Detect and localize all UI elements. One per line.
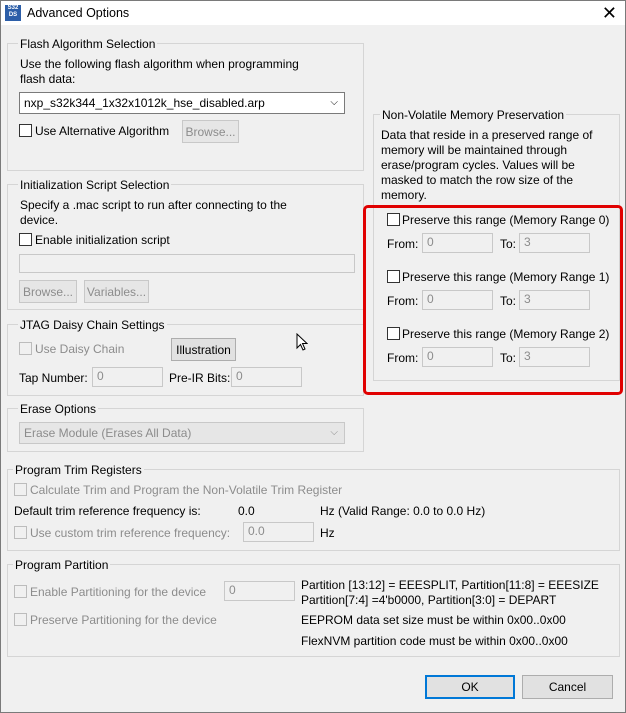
init-variables-button[interactable]: Variables... xyxy=(84,280,149,303)
preserve-partitioning-checkbox[interactable] xyxy=(14,613,27,626)
erase-options-select[interactable]: Erase Module (Erases All Data) ⌵ xyxy=(19,422,345,444)
nvm-desc-line2: memory will be maintained through xyxy=(381,143,568,157)
partition-info-line3: EEPROM data set size must be within 0x00… xyxy=(301,613,566,627)
trim-legend: Program Trim Registers xyxy=(13,463,144,477)
custom-trim-input[interactable]: 0.0 xyxy=(243,522,314,542)
default-trim-label: Default trim reference frequency is: xyxy=(14,504,201,518)
nvm-desc-line4: masked to match the row size of the xyxy=(381,173,574,187)
trim-range-text: Hz (Valid Range: 0.0 to 0.0 Hz) xyxy=(320,504,486,518)
nvm-desc-line5: memory. xyxy=(381,188,427,202)
calc-trim-label: Calculate Trim and Program the Non-Volat… xyxy=(30,483,343,497)
illustration-button[interactable]: Illustration xyxy=(171,338,236,361)
daisy-chain-label: Use Daisy Chain xyxy=(35,342,125,356)
close-icon[interactable]: ✕ xyxy=(602,2,617,24)
enable-partitioning-checkbox[interactable] xyxy=(14,585,27,598)
custom-trim-unit: Hz xyxy=(320,526,335,540)
enable-init-script-label: Enable initialization script xyxy=(35,233,170,247)
enable-partitioning-label: Enable Partitioning for the device xyxy=(30,585,207,599)
init-script-legend: Initialization Script Selection xyxy=(18,178,172,192)
custom-trim-label: Use custom trim reference frequency: xyxy=(30,526,231,540)
flash-browse-button[interactable]: Browse... xyxy=(182,120,239,143)
default-trim-value: 0.0 xyxy=(238,504,255,518)
app-icon: S32 DS xyxy=(5,5,21,21)
red-highlight-box xyxy=(363,205,623,395)
partition-info-line2: Partition[7:4] =4'b0000, Partition[3:0] … xyxy=(301,593,557,607)
erase-options-legend: Erase Options xyxy=(18,402,99,416)
flash-desc-line1: Use the following flash algorithm when p… xyxy=(20,57,299,71)
partition-legend: Program Partition xyxy=(13,558,111,572)
jtag-legend: JTAG Daisy Chain Settings xyxy=(18,318,167,332)
init-desc-line2: device. xyxy=(20,213,59,227)
custom-trim-checkbox[interactable] xyxy=(14,526,27,539)
nvm-desc-line3: erase/program cycles. Values will be xyxy=(381,158,575,172)
nvm-legend: Non-Volatile Memory Preservation xyxy=(380,108,567,122)
title-bar: S32 DS Advanced Options ✕ xyxy=(1,1,625,25)
preserve-partitioning-label: Preserve Partitioning for the device xyxy=(30,613,217,627)
window-title: Advanced Options xyxy=(27,6,130,20)
daisy-chain-checkbox[interactable] xyxy=(19,342,32,355)
alt-algorithm-label: Use Alternative Algorithm xyxy=(35,124,170,138)
partition-info-line4: FlexNVM partition code must be within 0x… xyxy=(301,634,568,648)
chevron-down-icon: ⌵ xyxy=(330,97,338,108)
partition-info-line1: Partition [13:12] = EEESPLIT, Partition[… xyxy=(301,578,599,592)
nvm-desc-line1: Data that reside in a preserved range of xyxy=(381,128,593,142)
init-script-path-input[interactable] xyxy=(19,254,355,273)
ok-button[interactable]: OK xyxy=(425,675,515,699)
chevron-down-icon: ⌵ xyxy=(330,427,338,438)
partition-value-input[interactable]: 0 xyxy=(224,581,295,601)
flash-desc-line2: flash data: xyxy=(20,72,76,86)
enable-init-script-checkbox[interactable] xyxy=(19,233,32,246)
erase-options-value: Erase Module (Erases All Data) xyxy=(24,426,192,440)
init-browse-button[interactable]: Browse... xyxy=(19,280,77,303)
mouse-cursor-icon xyxy=(296,333,308,351)
flash-algorithm-legend: Flash Algorithm Selection xyxy=(18,37,158,51)
tap-number-label: Tap Number: xyxy=(19,371,88,385)
calc-trim-checkbox[interactable] xyxy=(14,483,27,496)
pre-ir-bits-label: Pre-IR Bits: xyxy=(169,371,231,385)
init-desc-line1: Specify a .mac script to run after conne… xyxy=(20,198,287,212)
flash-algorithm-value: nxp_s32k344_1x32x1012k_hse_disabled.arp xyxy=(24,96,265,110)
flash-algorithm-select[interactable]: nxp_s32k344_1x32x1012k_hse_disabled.arp … xyxy=(19,92,345,114)
alt-algorithm-checkbox[interactable] xyxy=(19,124,32,137)
tap-number-input[interactable]: 0 xyxy=(92,367,163,387)
cancel-button[interactable]: Cancel xyxy=(522,675,613,699)
pre-ir-bits-input[interactable]: 0 xyxy=(231,367,302,387)
